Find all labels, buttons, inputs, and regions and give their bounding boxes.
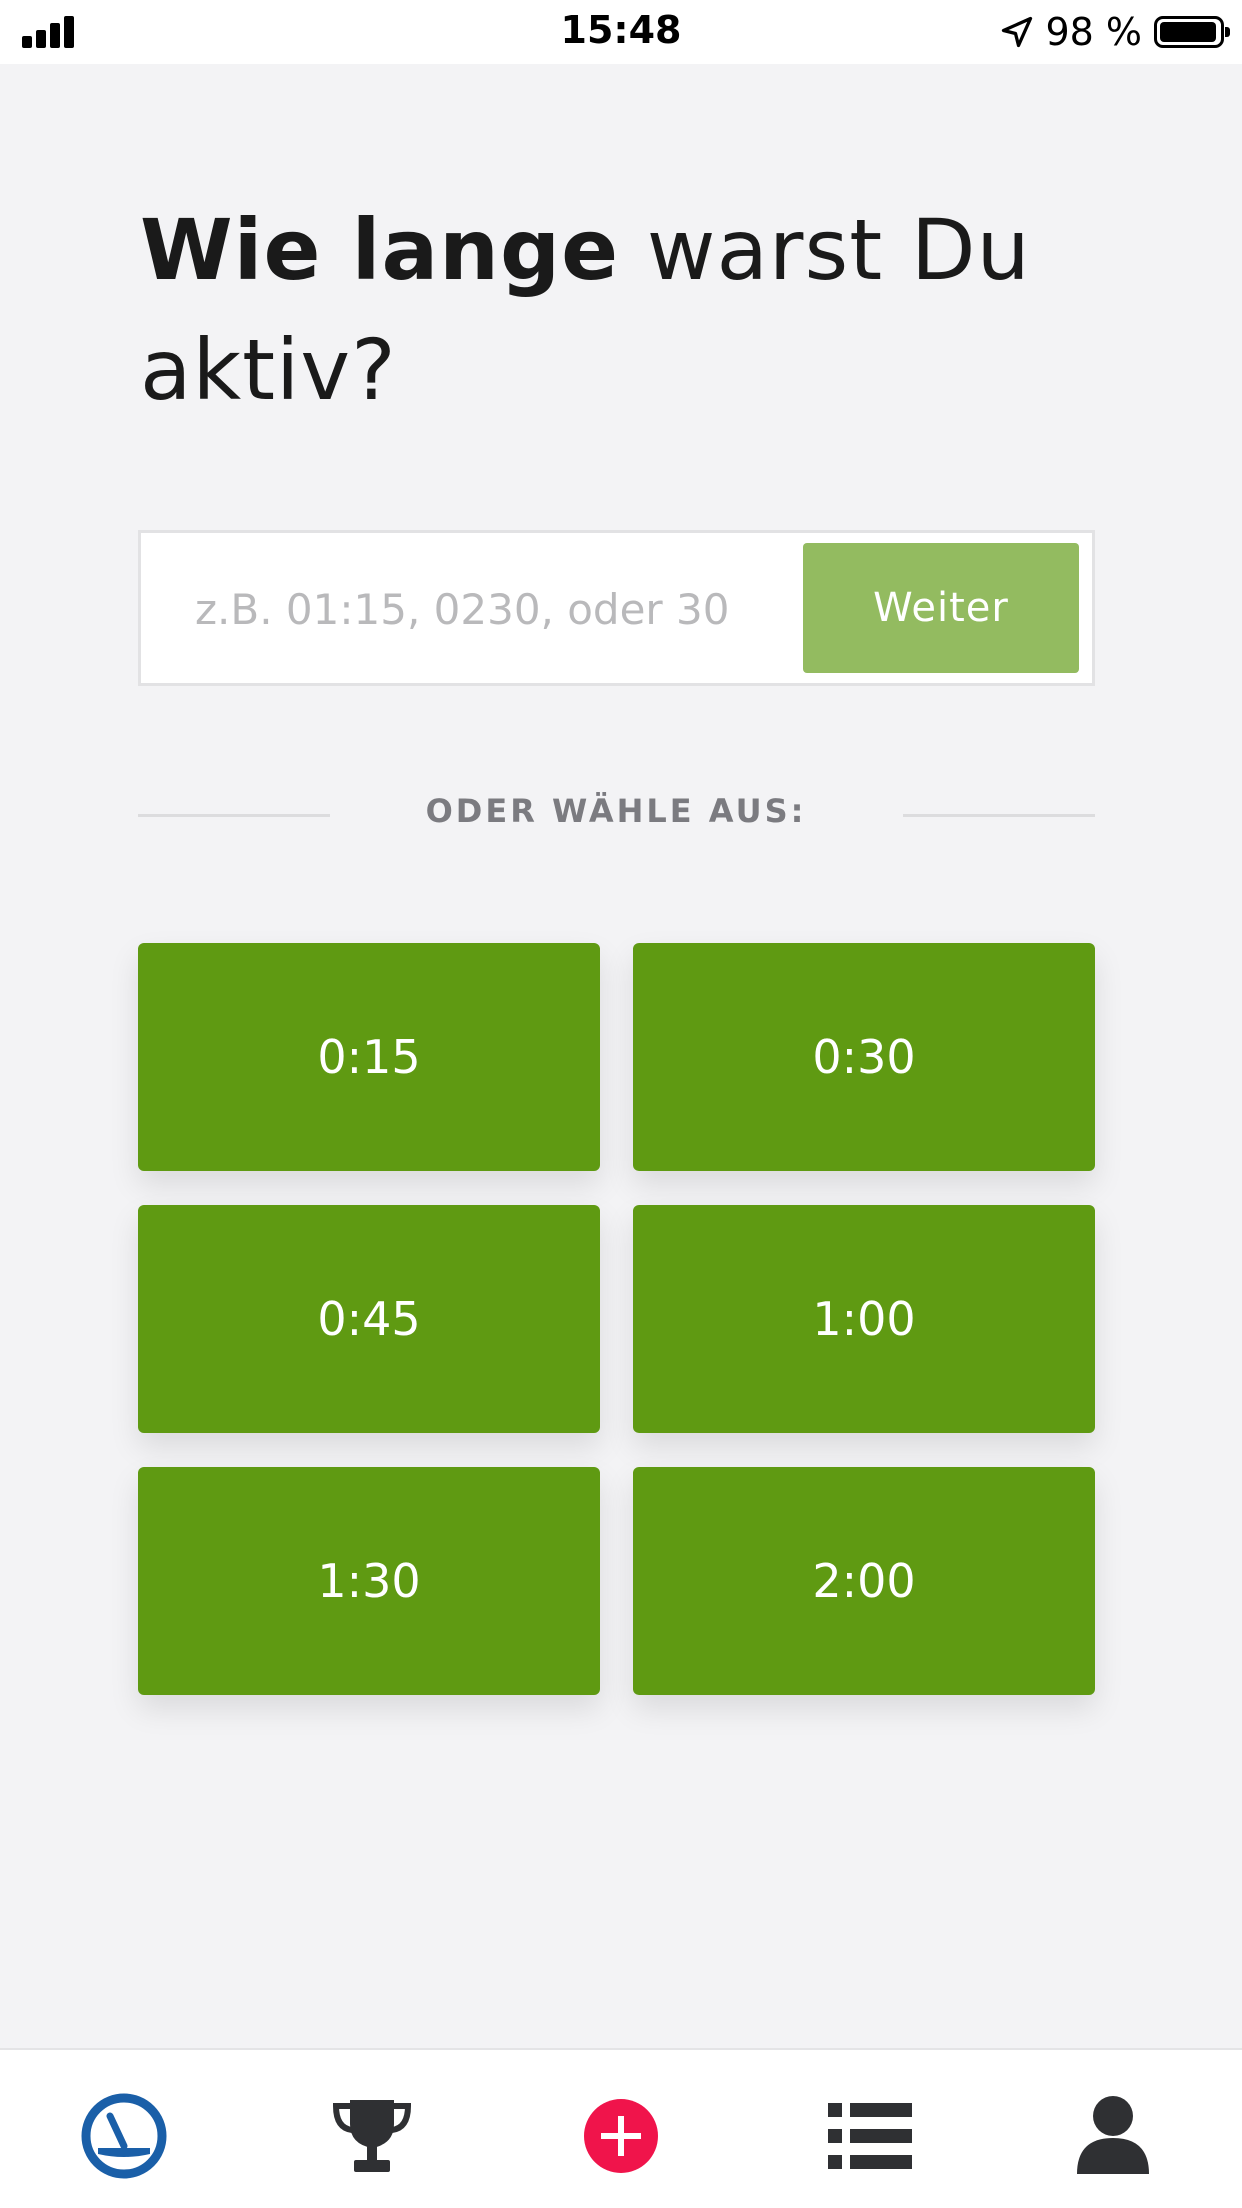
battery-icon <box>1154 16 1230 48</box>
add-plus-icon <box>584 2099 658 2173</box>
tab-profile[interactable] <box>1063 2086 1163 2186</box>
preset-button-1-30[interactable]: 1:30 <box>138 1467 600 1695</box>
bottom-tab-bar <box>0 2048 1242 2208</box>
location-arrow-icon <box>1002 16 1033 48</box>
duration-input[interactable] <box>193 563 777 655</box>
page-title-bold: Wie lange <box>140 201 620 299</box>
tab-trophies[interactable] <box>322 2086 422 2186</box>
preset-button-0-45[interactable]: 0:45 <box>138 1205 600 1433</box>
preset-button-0-30[interactable]: 0:30 <box>633 943 1095 1171</box>
status-bar: 15:48 98 % <box>0 0 1242 64</box>
duration-input-group: Weiter <box>138 530 1095 686</box>
divider-line-left <box>138 814 330 817</box>
tab-activity-list[interactable] <box>820 2086 920 2186</box>
trophy-icon <box>332 2100 412 2172</box>
divider-label: ODER WÄHLE AUS: <box>425 792 807 830</box>
preset-button-2-00[interactable]: 2:00 <box>633 1467 1095 1695</box>
app-screen: 15:48 98 % Wie lange warst Du aktiv? Wei… <box>0 0 1242 2208</box>
battery-percent: 98 % <box>1045 10 1142 54</box>
continue-button[interactable]: Weiter <box>803 543 1079 673</box>
profile-person-icon <box>1077 2096 1149 2174</box>
page-title: Wie lange warst Du aktiv? <box>140 190 1120 430</box>
tab-add-activity[interactable] <box>571 2086 671 2186</box>
preset-button-1-00[interactable]: 1:00 <box>633 1205 1095 1433</box>
status-indicators: 98 % <box>999 8 1230 56</box>
preset-button-0-15[interactable]: 0:15 <box>138 943 600 1171</box>
tab-dashboard[interactable] <box>74 2086 174 2186</box>
divider-line-right <box>903 814 1095 817</box>
dashboard-gauge-icon <box>81 2093 167 2179</box>
list-icon <box>828 2103 912 2169</box>
